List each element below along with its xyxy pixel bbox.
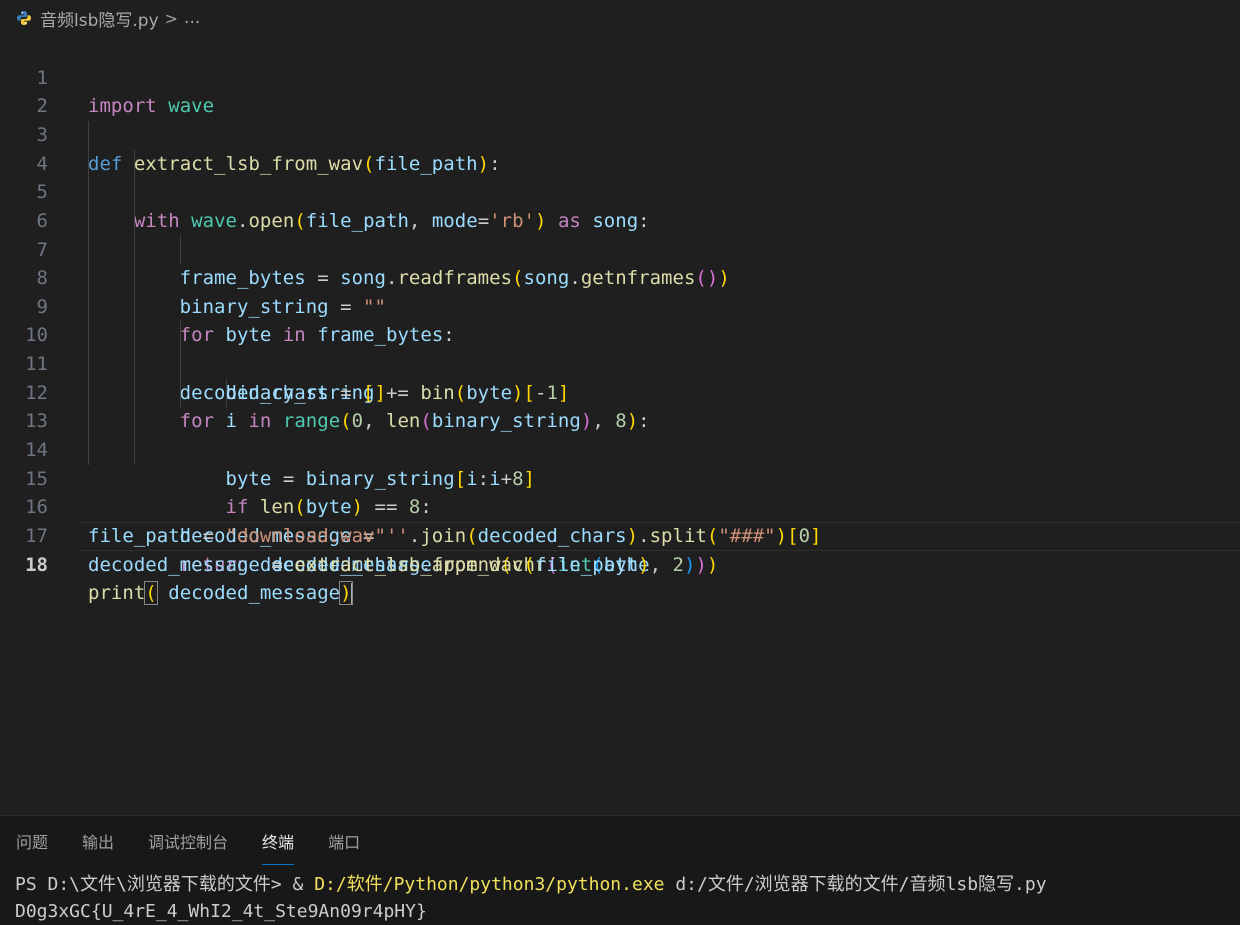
code-line: 4 with wave.open(file_path, mode='rb') a… (0, 120, 1240, 232)
indent-guide (226, 378, 227, 408)
indent-guide (134, 407, 135, 436)
code-text[interactable]: decoded_message = extract_lsb_from_wav(f… (88, 551, 650, 580)
terminal-python-exe: D:/软件/Python/python3/python.exe (314, 874, 665, 895)
indent-guide (134, 378, 135, 408)
indent-guide (88, 206, 89, 236)
terminal-amp: & (292, 874, 315, 895)
code-line: 15 return decoded_message (0, 435, 1240, 576)
indent-guide (180, 378, 181, 408)
code-line: 9 decoded_chars = [] (0, 264, 1240, 404)
bottom-panel: 问题 输出 调试控制台 终端 端口 PS D:\文件\浏览器下载的文件> & D… (0, 815, 1240, 925)
breadcrumb: 音频lsb隐写.py > ... (0, 0, 1240, 36)
tab-debug-console[interactable]: 调试控制台 (148, 823, 228, 859)
text-cursor (350, 582, 353, 605)
indent-guide (88, 264, 89, 293)
indent-guide (134, 235, 135, 265)
indent-guide (88, 350, 89, 379)
code-line: 3 def extract_lsb_from_wav(file_path): (0, 92, 1240, 175)
indent-guide (88, 378, 89, 408)
code-line: 8 binary_string += bin(byte)[-1] (0, 235, 1240, 404)
indent-guide (134, 435, 135, 465)
indent-guide (180, 321, 181, 351)
code-line: 14 decoded_message = ''.join(decoded_cha… (0, 407, 1240, 547)
code-line-current: 18 print( decoded_message) (0, 521, 1240, 606)
code-line: 13 decoded_chars.append(chr(int(byte, 2)… (0, 378, 1240, 576)
tab-ports[interactable]: 端口 (328, 823, 360, 859)
tab-terminal[interactable]: 终端 (262, 823, 295, 865)
indent-guide (180, 350, 181, 379)
indent-guide (88, 178, 89, 207)
indent-guide (134, 206, 135, 236)
python-file-icon (16, 10, 32, 26)
code-line: 10 for i in range(0, len(binary_string),… (0, 292, 1240, 432)
indent-guide (88, 149, 89, 179)
indent-guide (88, 120, 89, 150)
line-number-current: 18 (25, 553, 48, 576)
breadcrumb-file[interactable]: 音频lsb隐写.py (40, 6, 159, 31)
indent-guide (134, 321, 135, 351)
indent-guide (88, 435, 89, 465)
code-line: 11 byte = binary_string[i:i+8] (0, 321, 1240, 490)
indent-guide (134, 292, 135, 322)
indent-guide (88, 407, 89, 436)
terminal-prompt: PS D:\文件\浏览器下载的文件> (15, 874, 293, 895)
code-editor[interactable]: 1 import wave 2 3 def extract_lsb_from_w… (0, 35, 1240, 606)
breadcrumb-separator-icon: > (164, 8, 179, 28)
code-line: 16 file_path = "download.wav" (0, 465, 1240, 547)
code-line: 2 (0, 64, 1240, 117)
indent-guide (88, 235, 89, 265)
indent-guide (134, 350, 135, 379)
code-line: 6 binary_string = "" (0, 178, 1240, 318)
indent-guide (88, 321, 89, 351)
breadcrumb-more[interactable]: ... (184, 8, 200, 28)
indent-guide (134, 149, 135, 179)
tab-problems[interactable]: 问题 (16, 823, 48, 859)
indent-guide (180, 235, 181, 265)
code-line: 12 if len(byte) == 8: (0, 350, 1240, 518)
code-line: 17 decoded_message = extract_lsb_from_wa… (0, 493, 1240, 576)
indent-guide (134, 178, 135, 207)
code-line: 7 for byte in frame_bytes: (0, 206, 1240, 346)
indent-guide (88, 292, 89, 322)
tab-output[interactable]: 输出 (82, 823, 114, 859)
indent-guide (134, 264, 135, 293)
terminal-output[interactable]: PS D:\文件\浏览器下载的文件> & D:/软件/Python/python… (15, 871, 1047, 925)
code-line: 5 frame_bytes = song.readframes(song.get… (0, 149, 1240, 289)
code-line: 1 import wave (0, 35, 1240, 118)
vscode-editor: 音频lsb隐写.py > ... 1 import wave 2 3 def e… (0, 0, 1240, 925)
code-text[interactable]: print( decoded_message) (88, 579, 353, 608)
terminal-result: D0g3xGC{U_4rE_4_WhI2_4t_Ste9An09r4pHY} (15, 901, 427, 922)
panel-tabs: 问题 输出 调试控制台 终端 端口 (0, 816, 378, 866)
terminal-script-arg: d:/文件/浏览器下载的文件/音频lsb隐写.py (664, 874, 1047, 895)
